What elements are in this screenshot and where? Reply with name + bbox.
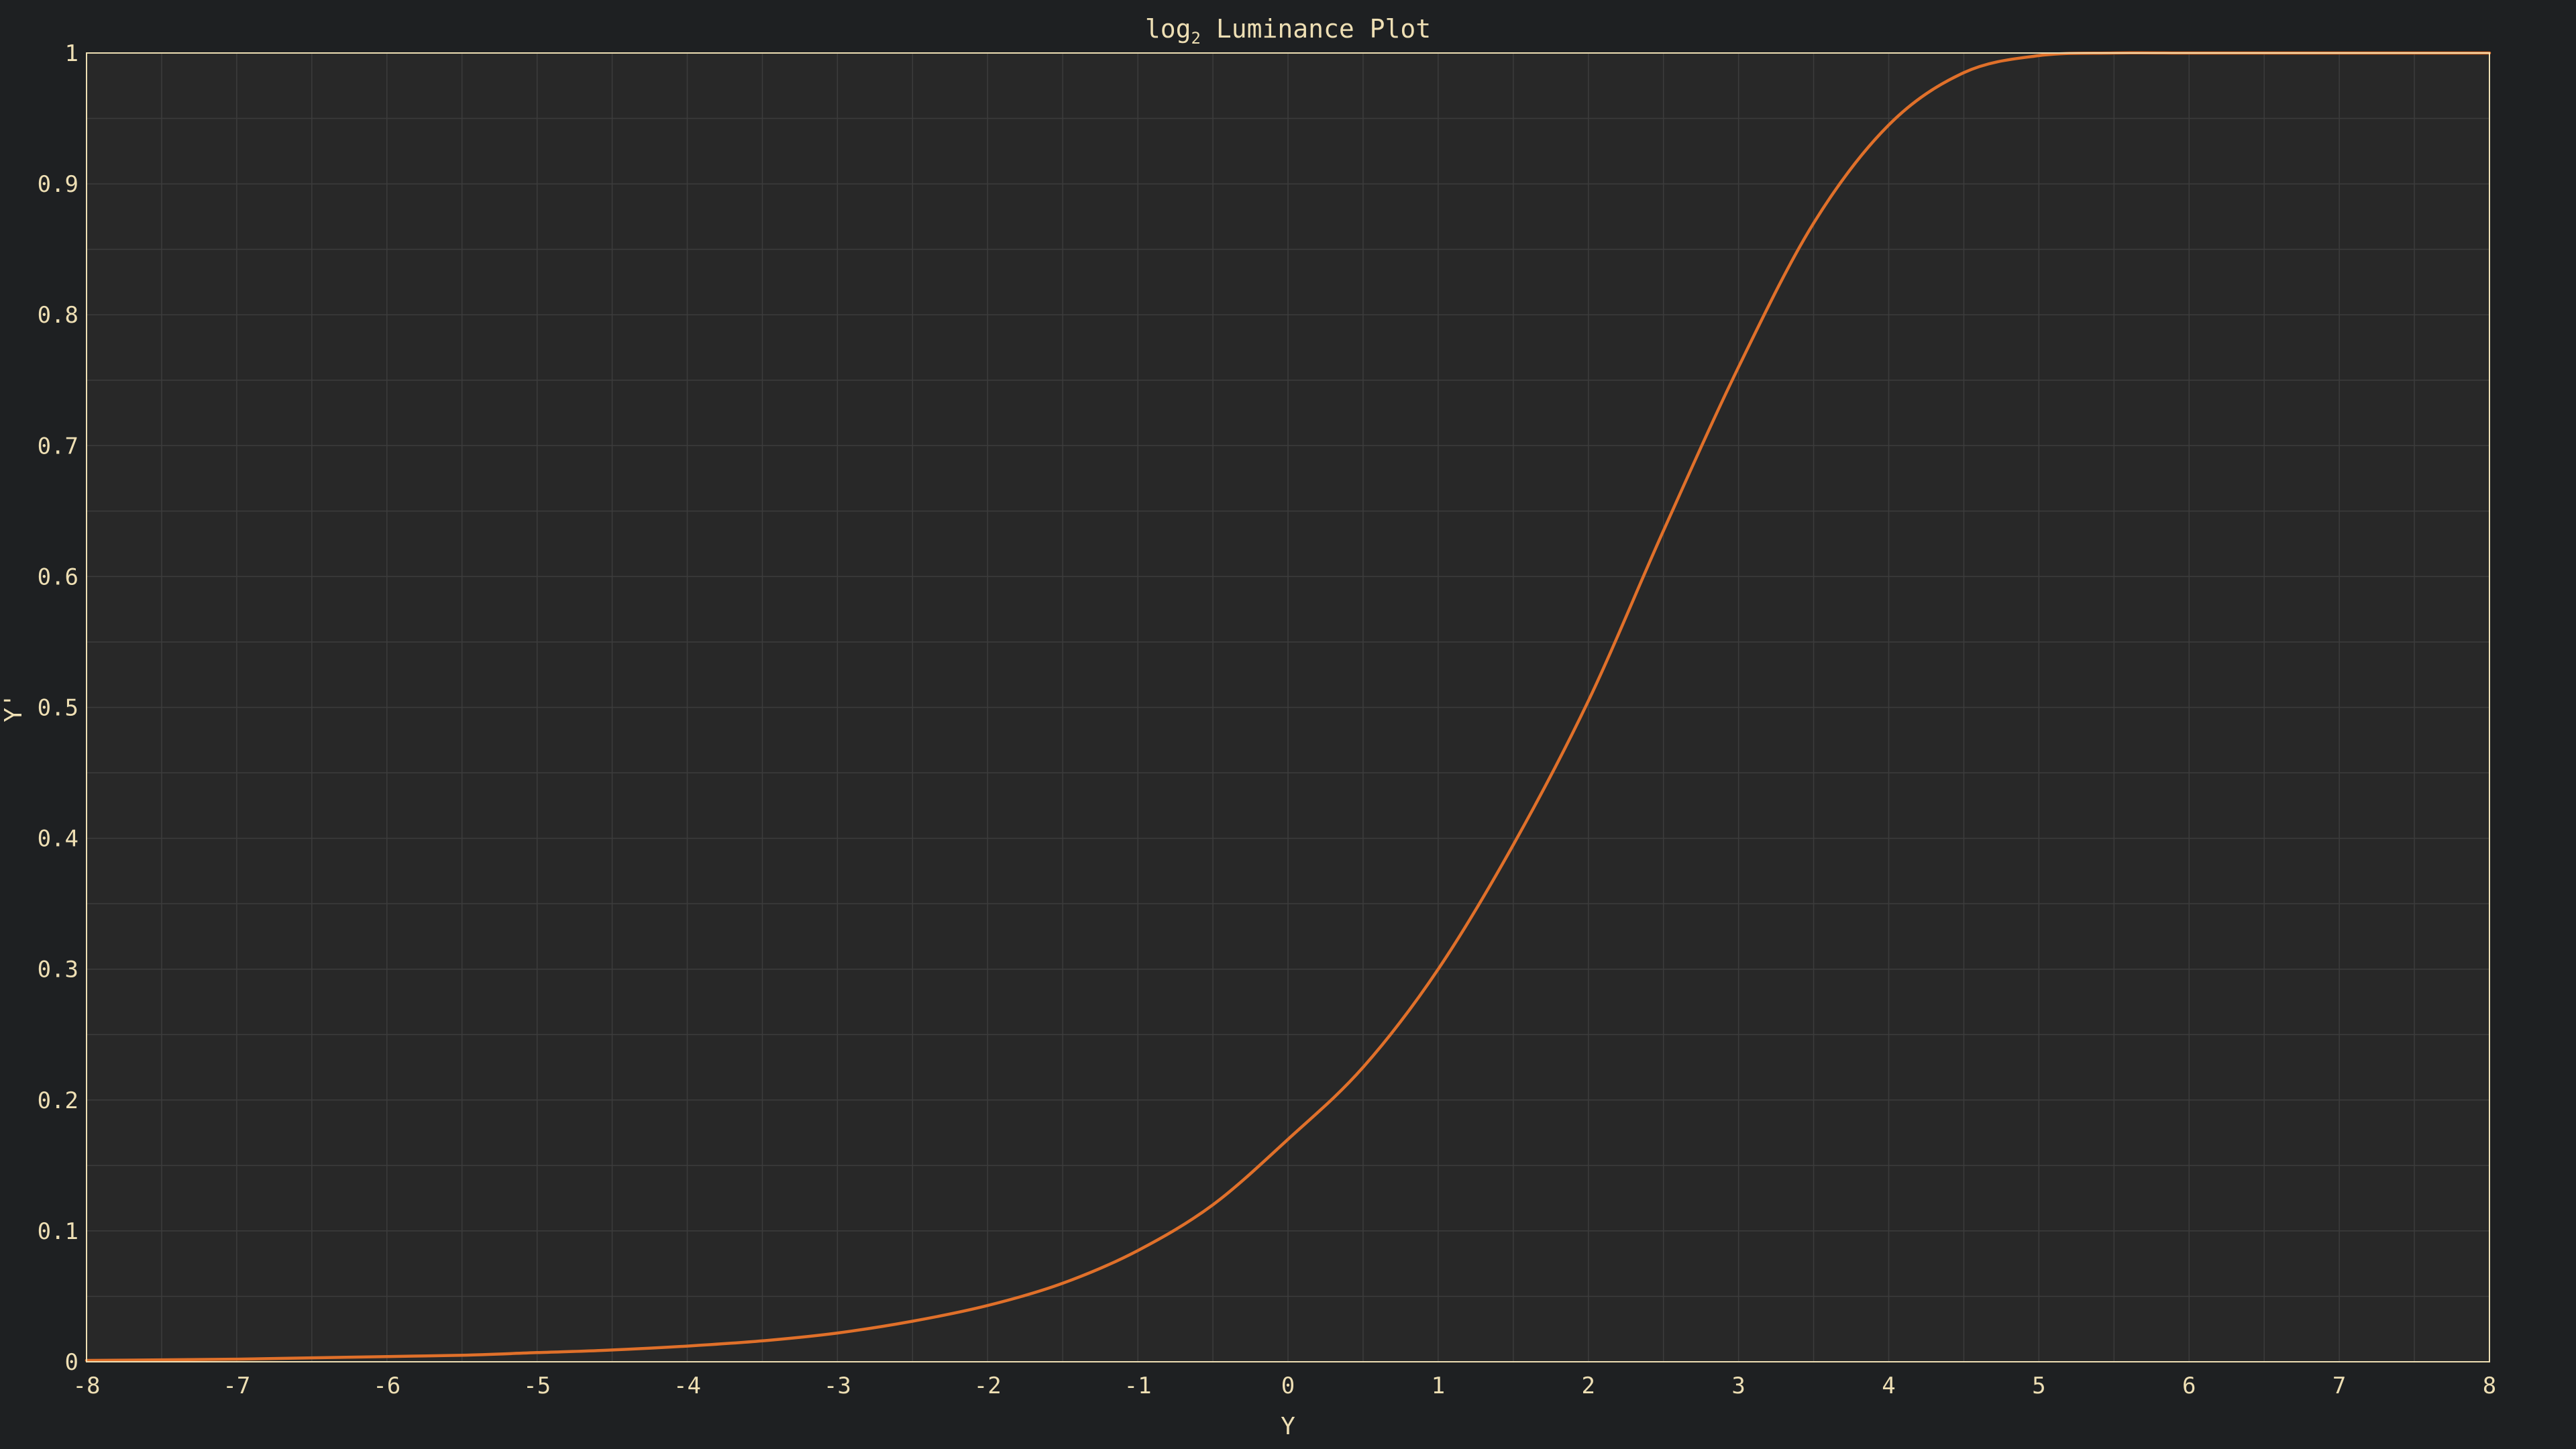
x-tick-label: 1: [1432, 1373, 1445, 1399]
y-tick-label: 0.1: [38, 1218, 78, 1245]
y-tick-label: 0.4: [38, 826, 78, 853]
chart-title-subscript: 2: [1191, 29, 1201, 48]
x-tick-label: -4: [674, 1373, 701, 1399]
y-tick-label: 0.7: [38, 433, 78, 460]
x-tick-label: 0: [1281, 1373, 1295, 1399]
luminance-chart: -8 -7 -6 -5 -4 -3 -2 -1 0 1 2 3 4 5 6 7 8 00.10.20.30.40…: [0, 14, 2497, 1440]
x-tick-label: 2: [1582, 1373, 1595, 1399]
x-tick-label: 6: [2182, 1373, 2196, 1399]
y-tick-label: 0.2: [38, 1087, 78, 1114]
x-tick-labels: -8 -7 -6 -5 -4 -3 -2 -1 0 1 2 3 4 5 6 7 8: [73, 1373, 2497, 1399]
grid: [87, 53, 2489, 1362]
x-tick-label: -2: [974, 1373, 1002, 1399]
x-tick-label: -6: [373, 1373, 400, 1399]
chart-title-prefix: log: [1145, 14, 1191, 44]
x-tick-label: -1: [1124, 1373, 1152, 1399]
y-tick-label: 0.6: [38, 564, 78, 590]
x-tick-label: 4: [1882, 1373, 1895, 1399]
x-tick-label: 7: [2332, 1373, 2346, 1399]
chart-title-suffix: Luminance Plot: [1201, 14, 1431, 44]
x-tick-label: 3: [1731, 1373, 1745, 1399]
y-tick-label: 0: [65, 1349, 78, 1376]
y-tick-label: 0.3: [38, 957, 78, 983]
y-tick-label: 0.8: [38, 302, 78, 329]
y-tick-label: 0.5: [38, 695, 78, 722]
x-tick-label: 5: [2032, 1373, 2045, 1399]
x-axis-title: Y: [1281, 1413, 1295, 1440]
chart-title: log2 Luminance Plot: [1145, 14, 1431, 48]
x-tick-label: -8: [73, 1373, 101, 1399]
x-tick-label: -5: [523, 1373, 551, 1399]
y-tick-labels: 0 0.1 0.2 0.3 0.4 0.5 0.6 0.7 0.8 0.9 1: [38, 40, 78, 1376]
y-axis-title: Y': [0, 693, 28, 722]
y-tick-label: 0.9: [38, 171, 78, 198]
y-tick-label: 1: [65, 40, 78, 67]
x-tick-label: 8: [2483, 1373, 2496, 1399]
x-tick-label: -7: [223, 1373, 250, 1399]
x-tick-label: -3: [824, 1373, 851, 1399]
